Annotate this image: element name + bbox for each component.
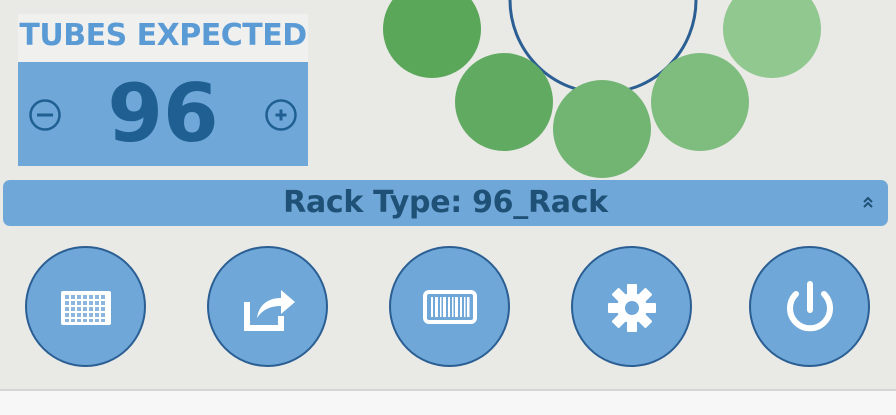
power-icon bbox=[787, 281, 833, 332]
tubes-expected-title: TUBES EXPECTED bbox=[19, 18, 307, 53]
barcode-icon bbox=[423, 290, 477, 324]
decrease-tubes-button[interactable] bbox=[28, 98, 62, 132]
tubes-expected-counter: 96 bbox=[18, 62, 308, 166]
rack-type-label: Rack Type: 96_Rack bbox=[283, 185, 608, 220]
share-export-icon bbox=[244, 290, 295, 331]
rack-layout-button[interactable] bbox=[25, 246, 146, 367]
settings-button[interactable] bbox=[571, 246, 692, 367]
minus-circle-icon bbox=[29, 99, 61, 131]
tube-indicator bbox=[455, 53, 553, 151]
grid-rack-icon bbox=[61, 291, 111, 325]
rack-type-bar[interactable]: Rack Type: 96_Rack bbox=[3, 180, 888, 226]
tube-indicator bbox=[651, 53, 749, 151]
tube-indicator-area bbox=[370, 0, 830, 180]
tubes-expected-value: 96 bbox=[107, 67, 219, 160]
plus-circle-icon bbox=[265, 99, 297, 131]
tubes-expected-panel: TUBES EXPECTED 96 bbox=[18, 14, 308, 166]
bottom-strip bbox=[0, 391, 896, 415]
barcode-button[interactable] bbox=[389, 246, 510, 367]
power-button[interactable] bbox=[749, 246, 870, 367]
gear-icon bbox=[608, 284, 656, 332]
export-button[interactable] bbox=[207, 246, 328, 367]
tube-indicator bbox=[553, 80, 651, 178]
double-chevron-up-icon bbox=[863, 196, 873, 208]
increase-tubes-button[interactable] bbox=[264, 98, 298, 132]
